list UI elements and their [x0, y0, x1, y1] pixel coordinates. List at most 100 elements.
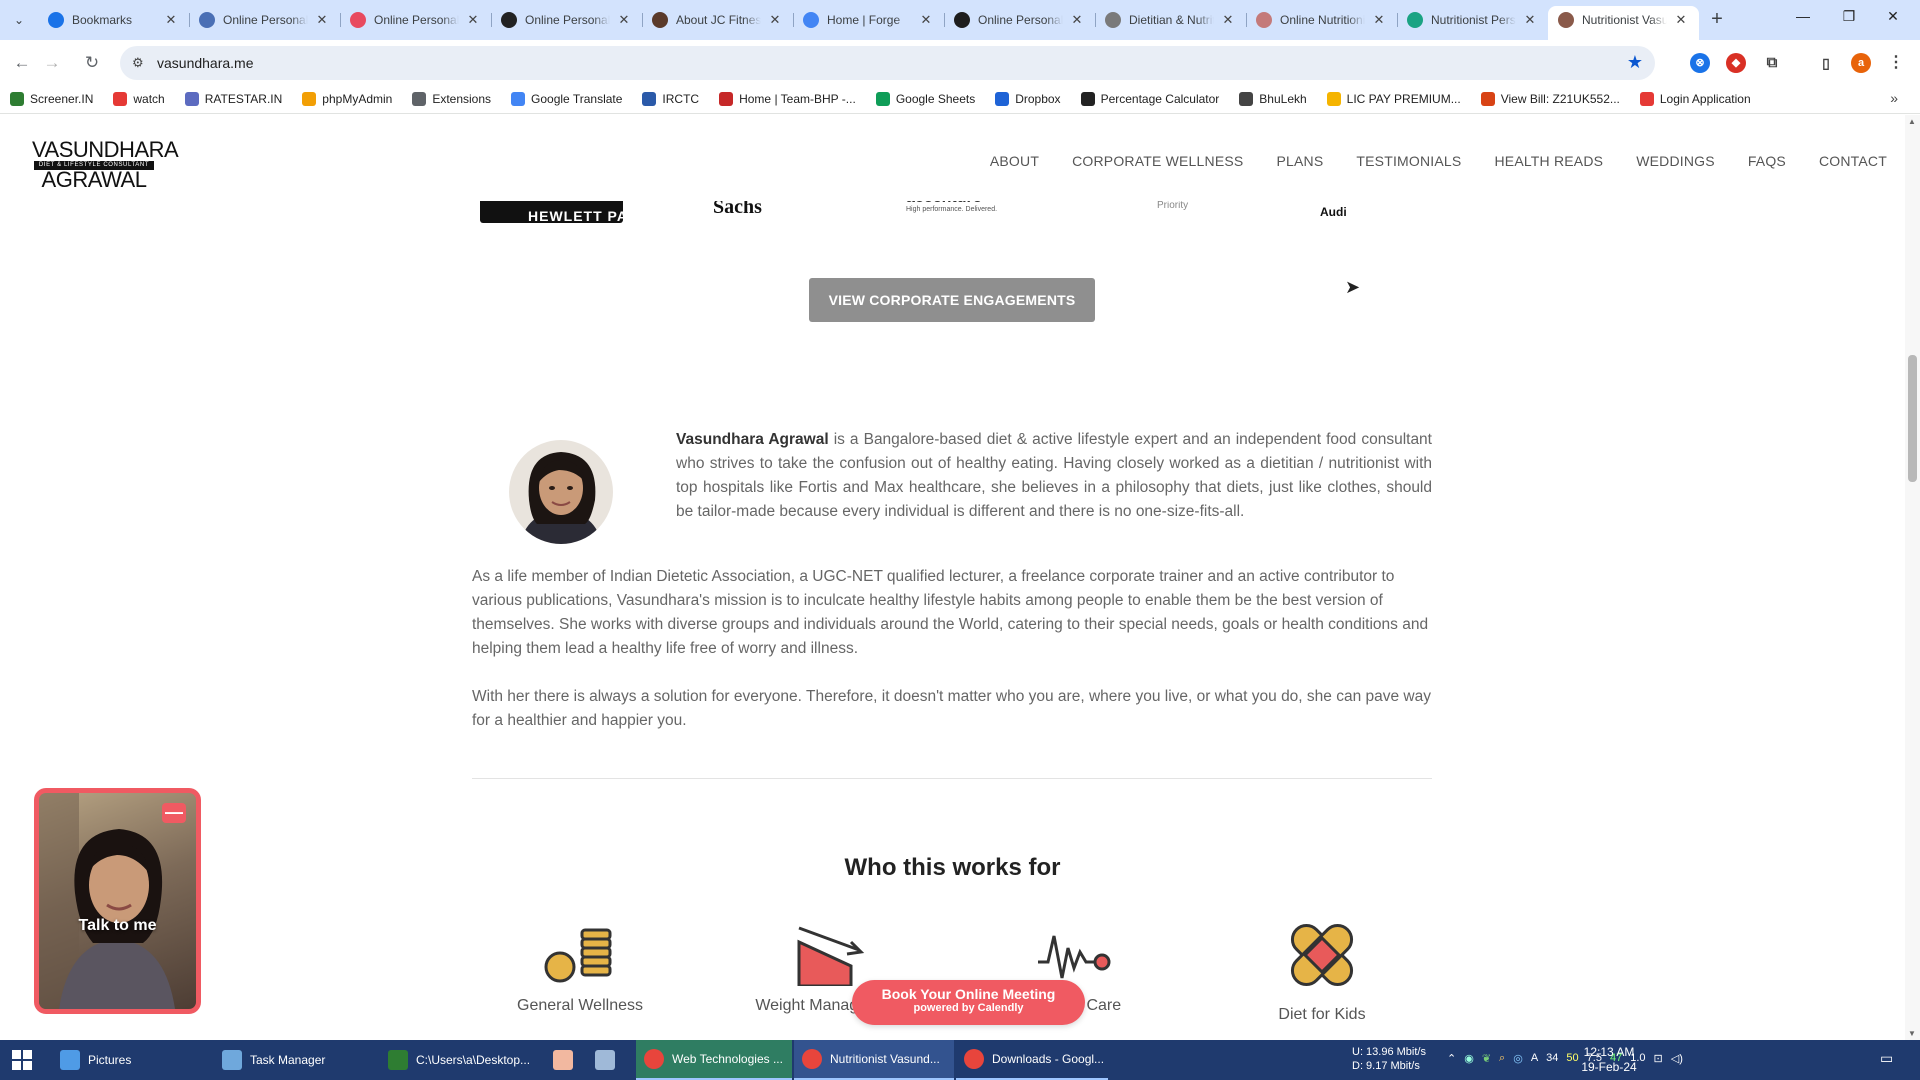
- calendly-book-meeting-button[interactable]: Book Your Online Meeting powered by Cale…: [852, 980, 1085, 1025]
- close-tab-icon[interactable]: ✕: [918, 12, 934, 28]
- nav-about[interactable]: ABOUT: [990, 153, 1039, 169]
- url-text[interactable]: vasundhara.me: [157, 55, 254, 71]
- taskbar-item[interactable]: [587, 1040, 617, 1080]
- close-tab-icon[interactable]: ✕: [163, 12, 179, 28]
- bookmark-item[interactable]: Screener.IN: [10, 90, 93, 108]
- who-item-general-wellness[interactable]: General Wellness: [480, 922, 680, 1015]
- taskbar-clock[interactable]: 12:13 AM 19-Feb-24: [1574, 1045, 1644, 1075]
- extension-icon[interactable]: ⊗: [1690, 53, 1710, 73]
- reload-icon[interactable]: ↻: [80, 51, 104, 75]
- bookmark-item[interactable]: Extensions: [412, 90, 491, 108]
- chrome-menu-icon[interactable]: ⋮: [1886, 53, 1906, 73]
- page-scrollbar[interactable]: ▲ ▼: [1905, 115, 1920, 1040]
- taskbar-item[interactable]: Pictures: [52, 1040, 212, 1080]
- bookmarks-overflow-icon[interactable]: »: [1890, 90, 1898, 106]
- nav-testimonials[interactable]: TESTIMONIALS: [1356, 153, 1461, 169]
- scroll-up-arrow-icon[interactable]: ▲: [1908, 117, 1916, 126]
- tray-chevron-icon[interactable]: ⌃: [1447, 1052, 1456, 1065]
- close-tab-icon[interactable]: ✕: [767, 12, 783, 28]
- profile-avatar[interactable]: a: [1851, 53, 1871, 73]
- tray-a-icon[interactable]: A: [1531, 1052, 1538, 1065]
- browser-tab[interactable]: Online Personal Trainer ✕: [944, 6, 1095, 34]
- tab-search-dropdown-icon[interactable]: ⌄: [8, 9, 30, 31]
- bookmark-item[interactable]: phpMyAdmin: [302, 90, 392, 108]
- taskbar-item[interactable]: Task Manager: [214, 1040, 378, 1080]
- minimize-widget-button[interactable]: —: [162, 803, 186, 823]
- nav-corporate-wellness[interactable]: CORPORATE WELLNESS: [1072, 153, 1243, 169]
- tray-34-icon[interactable]: 34: [1546, 1052, 1558, 1065]
- side-panel-icon[interactable]: ▯: [1816, 53, 1836, 73]
- back-arrow-icon[interactable]: ←: [10, 51, 34, 75]
- notification-icon[interactable]: ▭: [1880, 1050, 1893, 1067]
- talk-to-me-video-widget[interactable]: — Talk to me: [34, 788, 201, 1014]
- view-corporate-engagements-button[interactable]: VIEW CORPORATE ENGAGEMENTS: [809, 278, 1095, 322]
- extensions-puzzle-icon[interactable]: ⧉: [1762, 53, 1782, 73]
- taskbar-item-label: Task Manager: [250, 1053, 326, 1067]
- browser-tab[interactable]: Online Nutritionist ✕: [1246, 6, 1397, 34]
- nav-faqs[interactable]: FAQS: [1748, 153, 1786, 169]
- taskbar-item[interactable]: [545, 1040, 575, 1080]
- browser-tab[interactable]: Online Personal Trainer ✕: [340, 6, 491, 34]
- site-info-icon[interactable]: ⚙: [132, 55, 144, 71]
- address-bar[interactable]: ⚙ vasundhara.me ★: [120, 46, 1655, 80]
- taskbar-item[interactable]: Downloads - Googl...: [956, 1040, 1108, 1080]
- who-item-diet-for-kids[interactable]: Diet for Kids: [1222, 915, 1422, 1024]
- tray-leaf-icon[interactable]: ❦: [1482, 1052, 1491, 1065]
- talk-to-me-label: Talk to me: [78, 917, 157, 934]
- tray-search-icon[interactable]: ⌕: [1499, 1052, 1505, 1065]
- bookmark-item[interactable]: BhuLekh: [1239, 90, 1307, 108]
- nav-plans[interactable]: PLANS: [1276, 153, 1323, 169]
- browser-tab[interactable]: Nutritionist Personal ✕: [1397, 6, 1548, 34]
- close-tab-icon[interactable]: ✕: [314, 12, 330, 28]
- tab-title: Online Personal Trainer: [525, 13, 610, 27]
- bookmark-item[interactable]: Dropbox: [995, 90, 1061, 108]
- taskbar-item[interactable]: C:\Users\a\Desktop...: [380, 1040, 540, 1080]
- new-tab-button[interactable]: +: [1705, 8, 1729, 31]
- bookmark-item[interactable]: LIC PAY PREMIUM...: [1326, 90, 1461, 108]
- browser-tab[interactable]: Online Personal Trainer ✕: [189, 6, 340, 34]
- tray-app-icon[interactable]: ◉: [1464, 1052, 1474, 1065]
- tray-network-icon[interactable]: ⊡: [1654, 1052, 1663, 1065]
- network-speed: U: 13.96 Mbit/s D: 9.17 Mbit/s: [1352, 1045, 1426, 1073]
- browser-tab[interactable]: Bookmarks ✕: [38, 6, 189, 34]
- bookmark-item[interactable]: Percentage Calculator: [1080, 90, 1219, 108]
- bookmark-item[interactable]: View Bill: Z21UK552...: [1480, 90, 1620, 108]
- close-tab-icon[interactable]: ✕: [1069, 12, 1085, 28]
- close-window-button[interactable]: ✕: [1870, 8, 1916, 25]
- minimize-window-button[interactable]: —: [1780, 8, 1826, 24]
- bookmark-item[interactable]: watch: [113, 90, 165, 108]
- windows-start-icon[interactable]: [12, 1050, 32, 1070]
- bookmark-item[interactable]: Google Translate: [511, 90, 622, 108]
- nav-contact[interactable]: CONTACT: [1819, 153, 1887, 169]
- weight-chart-icon: [797, 926, 865, 988]
- browser-tab[interactable]: Dietitian & Nutritionist ✕: [1095, 6, 1246, 34]
- taskbar-item[interactable]: Web Technologies ...: [636, 1040, 792, 1080]
- bookmark-star-icon[interactable]: ★: [1627, 52, 1643, 73]
- browser-tab[interactable]: Nutritionist Vasundhara ✕: [1548, 6, 1699, 40]
- close-tab-icon[interactable]: ✕: [1220, 12, 1236, 28]
- tray-volume-icon[interactable]: ◁): [1671, 1052, 1683, 1065]
- browser-tab[interactable]: Online Personal Trainer ✕: [491, 6, 642, 34]
- close-tab-icon[interactable]: ✕: [1522, 12, 1538, 28]
- bookmark-item[interactable]: Google Sheets: [875, 90, 975, 108]
- browser-tab[interactable]: Home | Forge ✕: [793, 6, 944, 34]
- scrollbar-thumb[interactable]: [1908, 355, 1917, 482]
- nav-weddings[interactable]: WEDDINGS: [1636, 153, 1715, 169]
- bookmark-item[interactable]: RATESTAR.IN: [184, 90, 282, 108]
- close-tab-icon[interactable]: ✕: [616, 12, 632, 28]
- close-tab-icon[interactable]: ✕: [1673, 12, 1689, 28]
- site-logo[interactable]: VASUNDHARA DIET & LIFESTYLE CONSULTANT A…: [32, 139, 179, 191]
- close-tab-icon[interactable]: ✕: [465, 12, 481, 28]
- shield-extension-icon[interactable]: ◆: [1726, 53, 1746, 73]
- browser-tab[interactable]: About JC Fitness ✕: [642, 6, 793, 34]
- close-tab-icon[interactable]: ✕: [1371, 12, 1387, 28]
- nav-health-reads[interactable]: HEALTH READS: [1494, 153, 1603, 169]
- restore-window-button[interactable]: ❐: [1826, 8, 1872, 25]
- bookmark-item[interactable]: Login Application: [1639, 90, 1751, 108]
- taskbar-item[interactable]: Nutritionist Vasund...: [794, 1040, 954, 1080]
- forward-arrow-icon[interactable]: →: [40, 51, 64, 75]
- bookmark-item[interactable]: IRCTC: [642, 90, 699, 108]
- scroll-down-arrow-icon[interactable]: ▼: [1908, 1029, 1916, 1038]
- bookmark-item[interactable]: Home | Team-BHP -...: [719, 90, 856, 108]
- tray-globe-icon[interactable]: ◎: [1513, 1052, 1523, 1065]
